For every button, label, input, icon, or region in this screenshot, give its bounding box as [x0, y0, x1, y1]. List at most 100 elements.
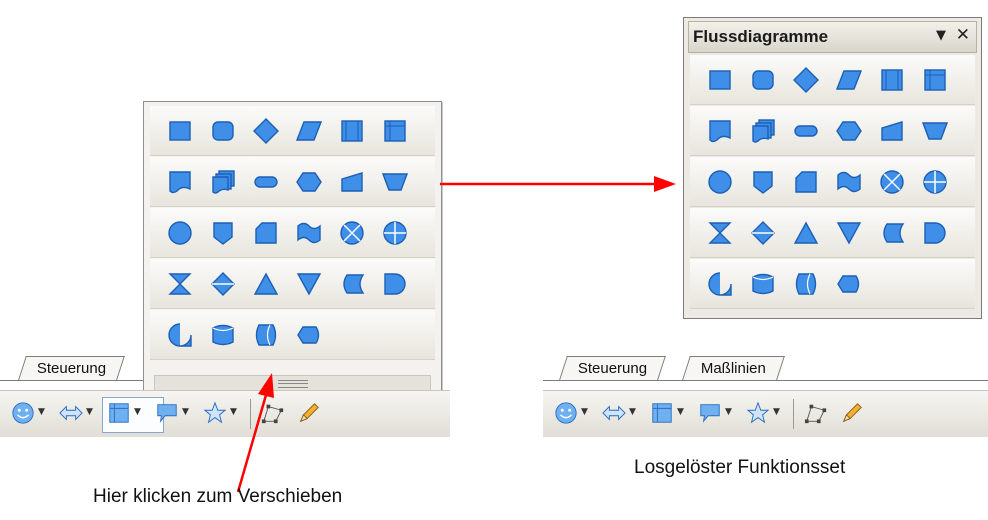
arrowhead-right — [654, 176, 676, 192]
flowchart-terminator-icon[interactable] — [250, 166, 282, 198]
flowchart-magnetic-disk-icon[interactable] — [747, 268, 779, 300]
flowchart-icon[interactable] — [106, 400, 132, 426]
flowchart-manual-input-icon[interactable] — [336, 166, 368, 198]
flowchart-multidocument-icon[interactable] — [747, 115, 779, 147]
flowchart-card-icon[interactable] — [250, 217, 282, 249]
tab-steuerung[interactable]: Steuerung — [18, 356, 126, 380]
flowchart-delay-icon[interactable] — [919, 217, 951, 249]
toolbar-menu-icon[interactable]: ▼ — [936, 28, 946, 43]
dropdown-row — [150, 310, 435, 360]
close-icon[interactable]: ✕ — [956, 25, 970, 45]
curve-points-icon[interactable] — [803, 400, 829, 426]
flowchart-icon[interactable] — [649, 400, 675, 426]
star-icon[interactable] — [202, 400, 228, 426]
pencil-icon[interactable] — [839, 400, 865, 426]
flowchart-data-icon[interactable] — [293, 115, 325, 147]
flowchart-terminator-icon[interactable] — [790, 115, 822, 147]
double-arrow-icon[interactable] — [601, 400, 627, 426]
dropdown-row — [150, 208, 435, 258]
flowchart-summing-junction-icon[interactable] — [336, 217, 368, 249]
flowchart-delay-icon[interactable] — [379, 268, 411, 300]
flowchart-merge-icon[interactable] — [293, 268, 325, 300]
flowchart-manual-input-icon[interactable] — [876, 115, 908, 147]
pencil-icon[interactable] — [296, 400, 322, 426]
double-arrow-icon[interactable] — [58, 400, 84, 426]
flowchart-off-page-connector-icon[interactable] — [747, 166, 779, 198]
flowchart-display-icon[interactable] — [833, 268, 865, 300]
flowchart-sequential-access-icon[interactable] — [704, 268, 736, 300]
dropdown-arrow-icon[interactable]: ▼ — [230, 407, 237, 417]
flowchart-collate-icon[interactable] — [164, 268, 196, 300]
flowchart-direct-access-storage-icon[interactable] — [790, 268, 822, 300]
drawing-toolbar-left: ▼ ▼ ▼ ▼ ▼ — [0, 390, 450, 437]
dropdown-arrow-icon[interactable]: ▼ — [629, 407, 636, 417]
dropdown-arrow-icon[interactable]: ▼ — [86, 407, 93, 417]
callout-icon[interactable] — [697, 400, 723, 426]
flowchart-merge-icon[interactable] — [833, 217, 865, 249]
flowchart-internal-storage-icon[interactable] — [919, 64, 951, 96]
flowchart-predefined-process-icon[interactable] — [876, 64, 908, 96]
flowchart-manual-operation-icon[interactable] — [919, 115, 951, 147]
flowchart-connector-icon[interactable] — [164, 217, 196, 249]
flowchart-preparation-icon[interactable] — [293, 166, 325, 198]
floating-row — [690, 106, 975, 156]
flowchart-decision-icon[interactable] — [250, 115, 282, 147]
flowchart-or-icon[interactable] — [379, 217, 411, 249]
flowchart-extract-icon[interactable] — [790, 217, 822, 249]
curve-points-icon[interactable] — [260, 400, 286, 426]
flowchart-data-icon[interactable] — [833, 64, 865, 96]
dropdown-arrow-icon[interactable]: ▼ — [134, 407, 141, 417]
flowchart-internal-storage-icon[interactable] — [379, 115, 411, 147]
flowchart-alternate-process-icon[interactable] — [207, 115, 239, 147]
dropdown-arrow-icon[interactable]: ▼ — [677, 407, 684, 417]
flowchart-sort-icon[interactable] — [747, 217, 779, 249]
flowchart-or-icon[interactable] — [919, 166, 951, 198]
floating-row — [690, 259, 975, 309]
flowchart-process-icon[interactable] — [704, 64, 736, 96]
caption-right: Losgelöster Funktionsset — [634, 457, 846, 478]
dropdown-arrow-icon[interactable]: ▼ — [182, 407, 189, 417]
callout-icon[interactable] — [154, 400, 180, 426]
flowchart-display-icon[interactable] — [293, 319, 325, 351]
dropdown-arrow-icon[interactable]: ▼ — [38, 407, 45, 417]
flowchart-sort-icon[interactable] — [207, 268, 239, 300]
star-icon[interactable] — [745, 400, 771, 426]
flowchart-multidocument-icon[interactable] — [207, 166, 239, 198]
flowchart-predefined-process-icon[interactable] — [336, 115, 368, 147]
flowchart-stored-data-icon[interactable] — [336, 268, 368, 300]
dropdown-arrow-icon[interactable]: ▼ — [581, 407, 588, 417]
toolbar-titlebar[interactable]: Flussdiagramme ▼ ✕ — [688, 21, 977, 53]
flowchart-manual-operation-icon[interactable] — [379, 166, 411, 198]
right-tab-strip: Steuerung Maßlinien — [543, 356, 988, 381]
flowchart-punched-tape-icon[interactable] — [293, 217, 325, 249]
flowchart-stored-data-icon[interactable] — [876, 217, 908, 249]
flowchart-card-icon[interactable] — [790, 166, 822, 198]
flowchart-magnetic-disk-icon[interactable] — [207, 319, 239, 351]
smiley-icon[interactable] — [10, 400, 36, 426]
flowchart-dropdown-palette — [143, 101, 442, 400]
flowchart-off-page-connector-icon[interactable] — [207, 217, 239, 249]
flowchart-summing-junction-icon[interactable] — [876, 166, 908, 198]
flowchart-direct-access-storage-icon[interactable] — [250, 319, 282, 351]
flowchart-sequential-access-icon[interactable] — [164, 319, 196, 351]
flowchart-process-icon[interactable] — [164, 115, 196, 147]
flowchart-alternate-process-icon[interactable] — [747, 64, 779, 96]
dropdown-row — [150, 259, 435, 309]
flowchart-preparation-icon[interactable] — [833, 115, 865, 147]
dropdown-arrow-icon[interactable]: ▼ — [773, 407, 780, 417]
dropdown-arrow-icon[interactable]: ▼ — [725, 407, 732, 417]
flowchart-punched-tape-icon[interactable] — [833, 166, 865, 198]
smiley-icon[interactable] — [553, 400, 579, 426]
tab-masslinien[interactable]: Maßlinien — [682, 356, 785, 380]
toolbar-title: Flussdiagramme — [693, 27, 829, 46]
floating-row — [690, 55, 975, 105]
flowchart-extract-icon[interactable] — [250, 268, 282, 300]
toolbar-separator — [793, 399, 794, 429]
flowchart-decision-icon[interactable] — [790, 64, 822, 96]
tab-steuerung[interactable]: Steuerung — [559, 356, 667, 380]
flowchart-document-icon[interactable] — [704, 115, 736, 147]
flowchart-document-icon[interactable] — [164, 166, 196, 198]
drawing-toolbar-right: ▼ ▼ ▼ ▼ ▼ — [543, 390, 988, 437]
flowchart-connector-icon[interactable] — [704, 166, 736, 198]
flowchart-collate-icon[interactable] — [704, 217, 736, 249]
